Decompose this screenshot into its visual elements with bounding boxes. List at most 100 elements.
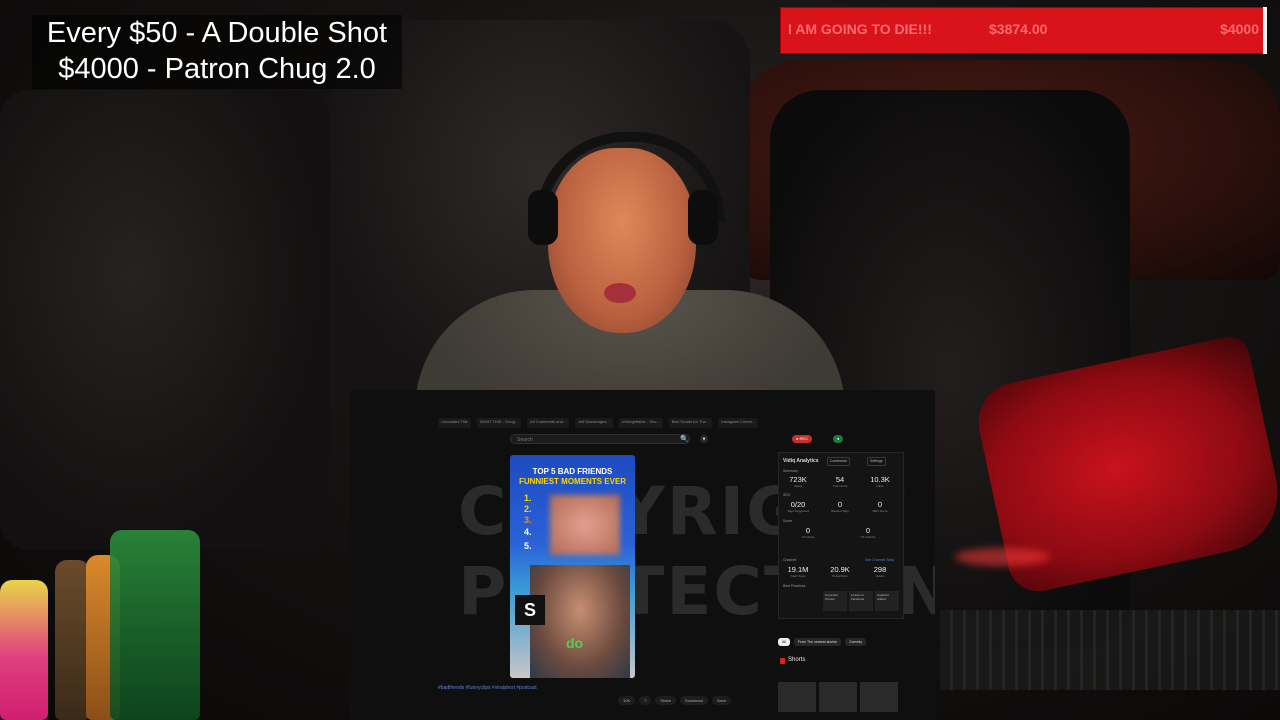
stat-label: Tags Suggested <box>787 509 809 513</box>
shorts-thumbnails <box>778 682 898 712</box>
donation-current-amount: $3874.00 <box>989 21 1048 37</box>
like-button[interactable]: 10K <box>618 696 636 705</box>
bottle-brown <box>55 560 90 720</box>
podcast-caption: do <box>566 635 584 651</box>
practice-card: Linked on Facebook <box>849 591 873 611</box>
rank-number: 2. <box>524 504 532 514</box>
record-button[interactable]: ● REC <box>792 435 812 443</box>
bottle-pink <box>0 580 48 720</box>
browser-tab[interactable]: Instagram Comm... <box>718 418 759 428</box>
blurred-face <box>550 495 620 555</box>
search-icon[interactable]: 🔍 <box>680 435 689 443</box>
stat-tags: 0/20 Tags Suggested <box>781 500 815 513</box>
summary-label: Summary <box>783 469 798 473</box>
comments-button[interactable]: Comments <box>827 457 850 466</box>
stat-label: VS Velocity <box>860 535 876 539</box>
stat-label: Videos <box>875 574 885 578</box>
rank-number: 1. <box>524 493 532 503</box>
stat-likes: 10.3K Likes <box>863 475 897 488</box>
podcast-guest <box>530 565 630 678</box>
stat-comments: 54 Comments <box>823 475 857 488</box>
stat-value: 0 <box>805 526 811 535</box>
shorts-icon <box>780 658 785 664</box>
channel-label: Channel <box>783 558 797 562</box>
download-button[interactable]: Download <box>680 696 708 705</box>
share-button[interactable]: Share <box>655 696 677 705</box>
short-thumbnail[interactable] <box>778 682 816 712</box>
stat-seo-score: 0 SEO Score <box>863 500 897 513</box>
browser-tab[interactable]: WHAT THIS - Goog... <box>476 418 522 428</box>
stat-label: Ranked Tags <box>831 509 849 513</box>
stat-label: VS Views <box>801 535 815 539</box>
chip-channel[interactable]: From The nearest stories <box>793 638 841 646</box>
stat-label: Comments <box>832 484 848 488</box>
stat-total-views: 19.1M Total Views <box>781 565 815 578</box>
stat-value: 0/20 <box>790 500 806 509</box>
rank-number: 4. <box>524 527 532 537</box>
analytics-header: Vidiq Analytics <box>783 458 819 464</box>
headphone-right-cup <box>688 190 718 245</box>
account-button[interactable]: ● <box>833 435 844 443</box>
short-thumbnail[interactable] <box>819 682 857 712</box>
best-practice-cards: Comment Pinned Linked on Facebook Captio… <box>823 591 899 611</box>
stat-value: 54 <box>835 475 845 484</box>
related-filter-chips: All From The nearest stories Comedy <box>778 638 866 646</box>
dislike-button[interactable]: 7 <box>639 696 652 705</box>
stat-value: 298 <box>873 565 887 574</box>
stat-videos: 298 Videos <box>863 565 897 578</box>
shorts-section-label: Shorts <box>788 657 806 663</box>
save-button[interactable]: Save <box>711 696 731 705</box>
stat-label: Total Views <box>790 574 806 578</box>
donation-progress-bar: I AM GOING TO DIE!!! $3874.00 $4000 <box>780 7 1267 54</box>
red-led-light <box>955 548 1050 566</box>
rank-number: 3. <box>524 515 532 525</box>
donation-goals-overlay: Every $50 - A Double Shot $4000 - Patron… <box>32 15 402 89</box>
stat-vs-views: 0 VS Views <box>791 526 825 539</box>
browser-tab[interactable]: Bad Trends for The... <box>668 418 713 428</box>
best-practices-label: Best Practices <box>783 584 806 588</box>
donation-bar-remaining <box>1263 7 1267 54</box>
browser-tab[interactable]: Uncreated Title <box>438 418 471 428</box>
stat-value: 0 <box>877 500 883 509</box>
stat-value: 19.1M <box>787 565 809 574</box>
microphone-icon[interactable]: ● <box>700 435 708 443</box>
settings-button[interactable]: Settings <box>867 457 886 466</box>
browser-tab[interactable]: Unforgettable - Sho... <box>618 418 663 428</box>
browser-tab[interactable]: All Comments and... <box>527 418 570 428</box>
analytics-panel: Vidiq Analytics Comments Settings Summar… <box>778 452 904 619</box>
screen-capture: Uncreated Title WHAT THIS - Goog... All … <box>350 390 935 720</box>
donation-goal-amount: $4000 <box>1220 21 1259 37</box>
practice-card: Comment Pinned <box>823 591 847 611</box>
stat-value: 723K <box>789 475 807 484</box>
video-hashtags[interactable]: #badfriends #funnyclips #viralshort #pod… <box>438 685 537 691</box>
video-actions: 10K 7 Share Download Save <box>618 696 731 705</box>
chip-all[interactable]: All <box>778 638 790 646</box>
stat-ranked-tags: 0 Ranked Tags <box>823 500 857 513</box>
short-thumbnail[interactable] <box>860 682 898 712</box>
rank-number: 5. <box>524 541 532 551</box>
browser-tab[interactable]: Jeff Dauntrages... <box>575 418 613 428</box>
browser-tab-bar: Uncreated Title WHAT THIS - Goog... All … <box>438 418 858 428</box>
stat-views: 723K Views <box>781 475 815 488</box>
stat-value: 10.3K <box>870 475 890 484</box>
stat-vs-velocity: 0 VS Velocity <box>851 526 885 539</box>
streamer-mouth <box>604 283 636 303</box>
short-title-line-1: TOP 5 BAD FRIENDS <box>532 467 613 476</box>
search-input[interactable]: Search <box>510 434 690 444</box>
stat-label: Likes <box>876 484 884 488</box>
stat-value: 20.9K <box>830 565 850 574</box>
chip-comedy[interactable]: Comedy <box>844 638 866 646</box>
score-label: Score <box>783 519 793 523</box>
short-title-line-2: FUNNIEST MOMENTS EVER <box>518 477 627 486</box>
seo-label: SEO <box>783 493 791 497</box>
channel-stats-link[interactable]: See Channel Stats <box>865 558 894 562</box>
headphone-left-cup <box>528 190 558 245</box>
goal-line-2: $4000 - Patron Chug 2.0 <box>58 53 376 85</box>
donation-title: I AM GOING TO DIE!!! <box>788 21 932 37</box>
left-gaming-chair <box>0 90 330 550</box>
stat-subscribers: 20.9K Subscribers <box>823 565 857 578</box>
short-video-player[interactable]: TOP 5 BAD FRIENDS FUNNIEST MOMENTS EVER … <box>510 455 635 678</box>
stat-label: Views <box>794 484 802 488</box>
bottle-green <box>110 530 200 720</box>
stat-value: 0 <box>837 500 843 509</box>
